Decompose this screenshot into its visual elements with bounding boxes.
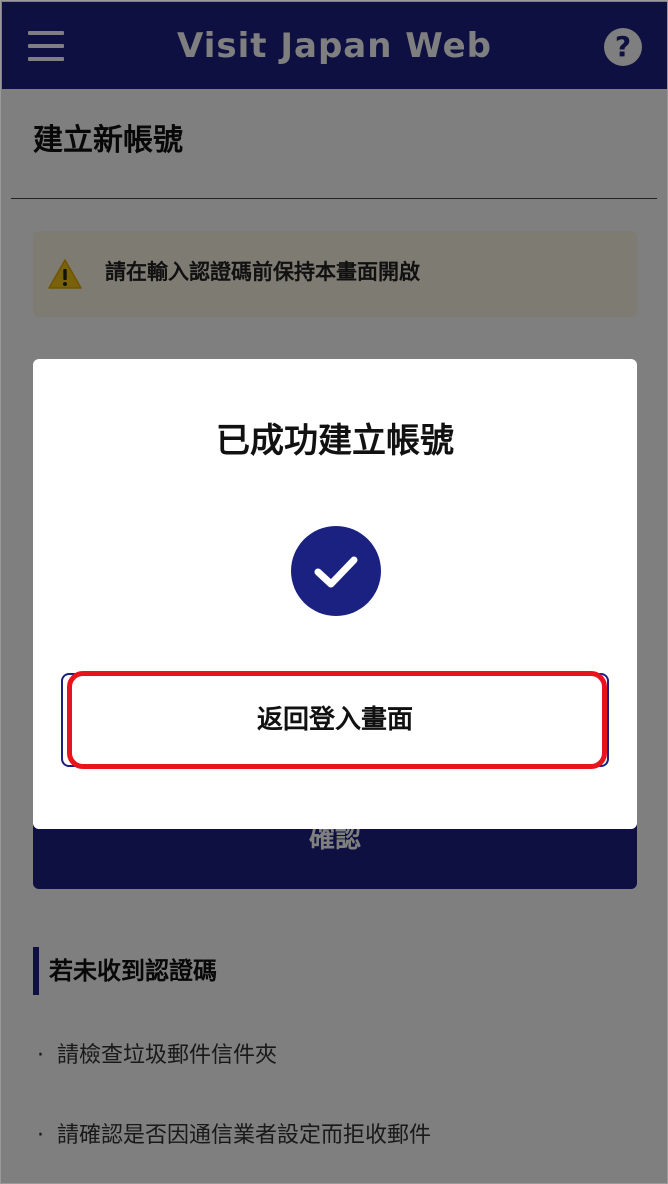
checkmark-circle-icon xyxy=(291,526,381,616)
modal-title: 已成功建立帳號 xyxy=(216,421,454,461)
app-frame: Visit Japan Web ? 建立新帳號 請在輸入認證碼前保持本畫面開啟 … xyxy=(0,0,668,1184)
return-to-login-button[interactable]: 返回登入畫面 xyxy=(61,673,609,767)
success-modal: 已成功建立帳號 返回登入畫面 xyxy=(33,359,637,829)
return-to-login-label: 返回登入畫面 xyxy=(256,705,413,735)
